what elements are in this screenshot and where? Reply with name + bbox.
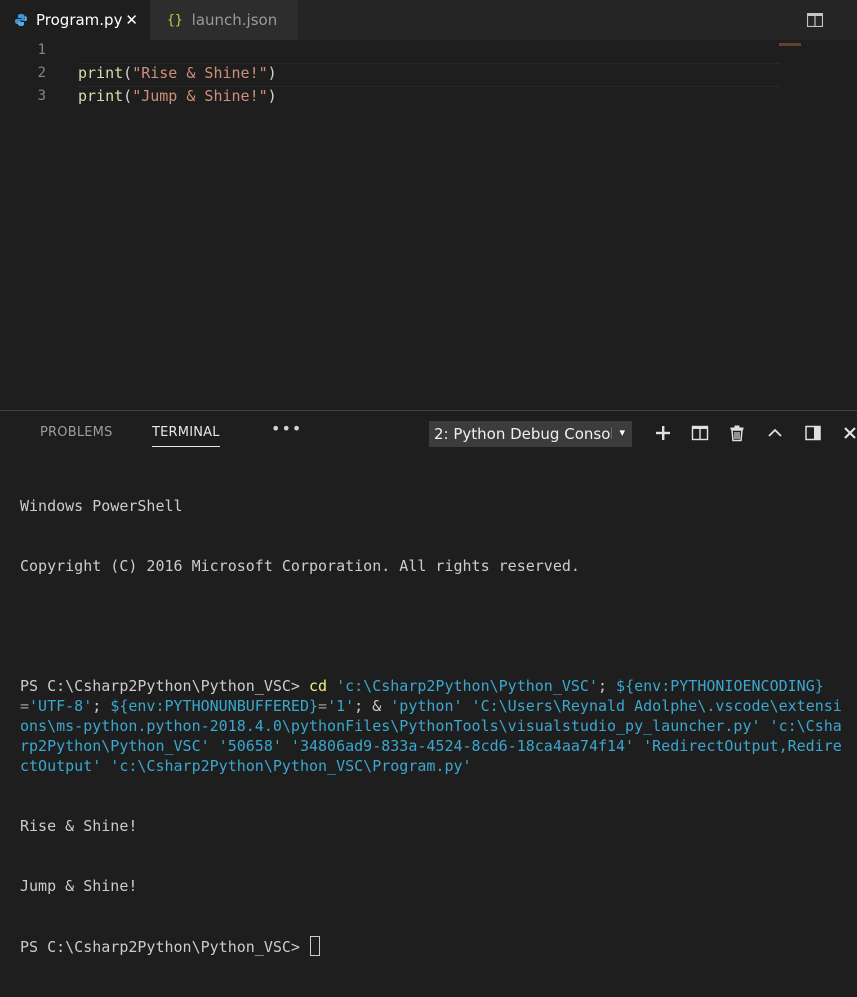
terminal-line: Windows PowerShell: [20, 497, 183, 515]
chevron-up-icon[interactable]: [766, 424, 784, 442]
terminal-string: 'c:\Csharp2Python\Python_VSC': [327, 677, 598, 695]
string-token: "Rise & Shine!": [132, 64, 268, 82]
tab-launch-json[interactable]: {} launch.json: [150, 0, 298, 40]
terminal-variable: ${env:PYTHONIOENCODING}: [616, 677, 824, 695]
terminal-command-line: PS C:\Csharp2Python\Python_VSC> cd 'c:\C…: [20, 676, 850, 776]
code-line[interactable]: print("Rise & Shine!"): [78, 64, 277, 82]
terminal-line: Copyright (C) 2016 Microsoft Corporation…: [20, 557, 580, 575]
json-braces-icon: {}: [167, 12, 183, 28]
terminal-line: Jump & Shine!: [20, 877, 138, 895]
terminal-cursor[interactable]: [309, 936, 320, 956]
terminal-select-value: 2: Python Debug Console: [434, 425, 612, 443]
line-number: 2: [37, 65, 46, 81]
terminal-line: Rise & Shine!: [20, 817, 138, 835]
terminal-prompt-line: PS C:\Csharp2Python\Python_VSC>: [20, 936, 850, 957]
paren-token: ): [267, 64, 277, 82]
more-actions-icon[interactable]: •••: [271, 419, 302, 438]
paren-token: (: [123, 87, 133, 105]
function-token: print: [78, 64, 124, 82]
toggle-panel-icon[interactable]: [804, 424, 822, 442]
terminal-variable: ${env:PYTHONUNBUFFERED}: [110, 697, 319, 715]
split-editor-icon[interactable]: [806, 12, 824, 28]
terminal-prompt: PS C:\Csharp2Python\Python_VSC>: [20, 677, 309, 695]
tab-label: Program.py: [36, 11, 123, 29]
tab-label: launch.json: [191, 11, 278, 29]
terminal-prompt: PS C:\Csharp2Python\Python_VSC>: [20, 938, 309, 956]
terminal-separator: ; &: [354, 697, 391, 715]
terminal-separator: ;: [92, 697, 111, 715]
tab-program-py[interactable]: Program.py ✕: [0, 0, 150, 40]
terminal-separator: ;: [597, 677, 617, 695]
trash-icon[interactable]: [728, 424, 746, 442]
terminal-output[interactable]: Windows PowerShell Copyright (C) 2016 Mi…: [20, 456, 850, 997]
python-icon: [14, 13, 28, 27]
line-number: 1: [37, 42, 46, 58]
close-icon[interactable]: ✕: [125, 11, 138, 29]
code-editor[interactable]: 1 2 3 print("Rise & Shine!") print("Jump…: [0, 40, 857, 410]
line-number: 3: [37, 88, 46, 104]
minimap[interactable]: [779, 43, 801, 46]
terminal-command: cd: [308, 677, 328, 695]
terminal-operator: =: [318, 697, 328, 715]
split-terminal-icon[interactable]: [691, 424, 709, 442]
tab-terminal[interactable]: TERMINAL: [152, 425, 220, 447]
close-panel-icon[interactable]: [842, 424, 857, 442]
paren-token: (: [123, 64, 133, 82]
string-token: "Jump & Shine!": [132, 87, 268, 105]
terminal-string: 'UTF-8': [29, 697, 93, 715]
terminal-select[interactable]: 2: Python Debug Console ▾: [429, 421, 632, 447]
code-line[interactable]: print("Jump & Shine!"): [78, 87, 277, 105]
editor-tab-bar: Program.py ✕ {} launch.json: [0, 0, 857, 40]
terminal-operator: =: [20, 697, 30, 715]
chevron-down-icon: ▾: [619, 426, 625, 439]
new-terminal-icon[interactable]: [654, 424, 672, 442]
bottom-panel: PROBLEMS TERMINAL ••• 2: Python Debug Co…: [0, 410, 857, 956]
function-token: print: [78, 87, 124, 105]
terminal-string: '1': [327, 697, 355, 715]
tab-problems[interactable]: PROBLEMS: [40, 425, 113, 440]
paren-token: ): [267, 87, 277, 105]
